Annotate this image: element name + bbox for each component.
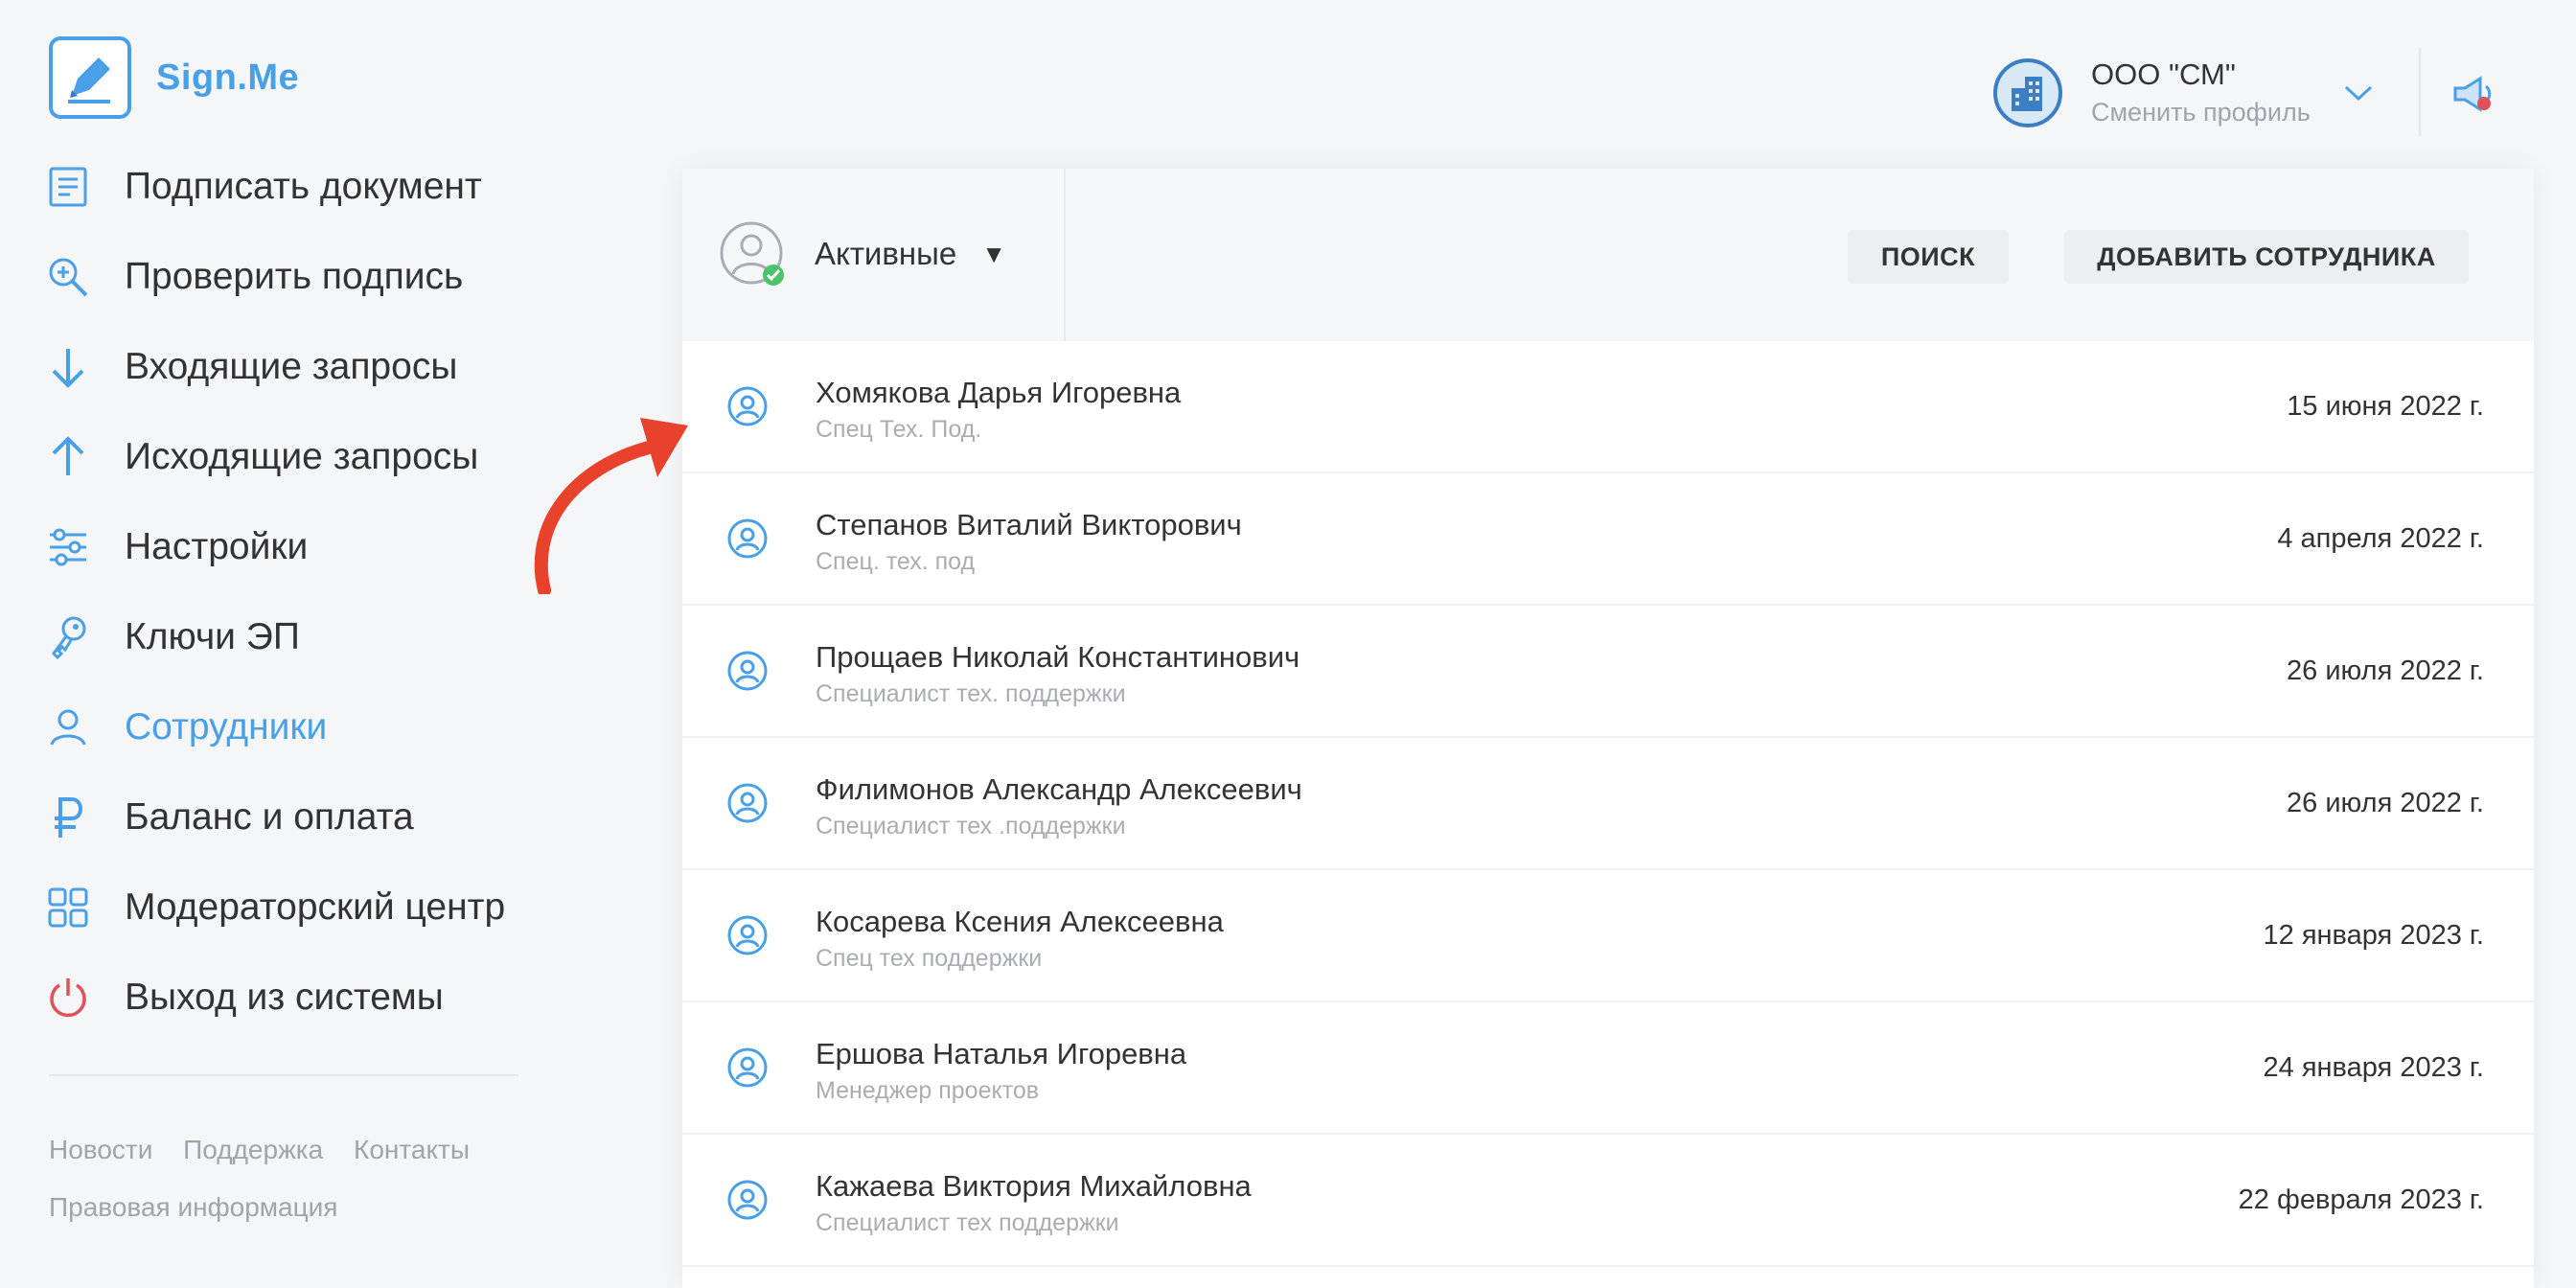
arrow-up-icon [46, 435, 90, 479]
logo-text: Sign.Me [156, 57, 300, 98]
employees-toolbar: Активные ▼ ПОИСК ДОБАВИТЬ СОТРУДНИКА [682, 169, 2534, 341]
sidebar-item-label: Баланс и оплата [125, 796, 414, 838]
sidebar-item-label: Исходящие запросы [125, 436, 479, 477]
sidebar-divider [49, 1074, 518, 1076]
user-circle-icon [726, 385, 769, 432]
footer-link-news[interactable]: Новости [49, 1135, 152, 1164]
employees-card: Активные ▼ ПОИСК ДОБАВИТЬ СОТРУДНИКА Хом… [682, 169, 2534, 1288]
table-row[interactable]: Филимонов Александр Алексеевич Специалис… [682, 738, 2534, 870]
sidebar-item-employees[interactable]: Сотрудники [46, 682, 544, 772]
footer-link-support[interactable]: Поддержка [183, 1135, 323, 1164]
user-check-icon [719, 220, 786, 288]
user-circle-icon [726, 650, 769, 697]
org-name: ООО "СМ" [2091, 58, 2236, 91]
user-icon [46, 705, 90, 749]
sidebar-item-label: Настройки [125, 526, 309, 567]
sidebar-item-label: Сотрудники [125, 706, 328, 748]
switch-profile-link[interactable]: Сменить профиль [2091, 98, 2311, 127]
document-icon [46, 165, 90, 209]
table-row[interactable]: Косарева Ксения Алексеевна Спец тех подд… [682, 870, 2534, 1002]
sidebar-item-moderator[interactable]: Модераторский центр [46, 862, 544, 953]
footer-links: Новости Поддержка Контакты Правовая инфо… [49, 1121, 547, 1236]
search-button[interactable]: ПОИСК [1848, 230, 2009, 284]
annotation-arrow-icon [518, 402, 709, 599]
table-row[interactable]: Прощаев Николай Константинович Специалис… [682, 606, 2534, 738]
chevron-down-icon[interactable] [2342, 82, 2375, 108]
employee-name: Хомякова Дарья Игоревна [816, 376, 1182, 409]
employee-date: 22 февраля 2023 г. [2238, 1184, 2484, 1215]
sidebar-item-outgoing[interactable]: Исходящие запросы [46, 412, 544, 502]
notification-icon[interactable] [2451, 73, 2497, 120]
table-row[interactable]: Хомякова Дарья Игоревна Спец Тех. Под. 1… [682, 341, 2534, 473]
user-circle-icon [726, 1046, 769, 1093]
employee-date: 26 июля 2022 г. [2287, 656, 2484, 686]
employee-date: 26 июля 2022 г. [2287, 788, 2484, 818]
sidebar-nav: Подписать документ Проверить подпись Вхо… [46, 142, 544, 1043]
employee-date: 12 января 2023 г. [2263, 920, 2484, 951]
sidebar-item-label: Входящие запросы [125, 346, 458, 387]
user-circle-icon [726, 914, 769, 961]
employee-date: 24 января 2023 г. [2263, 1052, 2484, 1083]
user-circle-icon [726, 518, 769, 564]
app-logo[interactable]: Sign.Me [49, 36, 299, 119]
employee-role: Спец Тех. Под. [816, 416, 982, 443]
employee-role: Специалист тех .поддержки [816, 813, 1126, 840]
employee-role: Спец тех поддержки [816, 945, 1043, 972]
ruble-icon [46, 795, 90, 840]
sliders-icon [46, 525, 90, 569]
employee-name: Прощаев Николай Константинович [816, 640, 1300, 674]
status-filter-dropdown[interactable]: Активные ▼ [719, 220, 1006, 288]
power-icon [46, 976, 90, 1020]
grid-icon [46, 886, 90, 930]
search-check-icon [46, 255, 90, 299]
sidebar-item-label: Подписать документ [125, 166, 482, 207]
sidebar-item-label: Выход из системы [125, 977, 444, 1018]
employee-name: Косарева Ксения Алексеевна [816, 905, 1224, 938]
toolbar-divider [1064, 169, 1066, 341]
employee-role: Спец. тех. под [816, 548, 976, 575]
profile-switcher[interactable]: ООО "СМ" Сменить профиль [1993, 58, 2311, 127]
header-divider [2419, 48, 2421, 136]
sidebar-item-sign-document[interactable]: Подписать документ [46, 142, 544, 232]
footer-link-contacts[interactable]: Контакты [354, 1135, 470, 1164]
employee-date: 15 июня 2022 г. [2287, 391, 2484, 422]
building-icon [1993, 58, 2062, 127]
table-row[interactable]: Степанов Виталий Викторович Спец. тех. п… [682, 473, 2534, 606]
table-row[interactable]: Ершова Наталья Игоревна Менеджер проекто… [682, 1002, 2534, 1135]
sidebar-item-settings[interactable]: Настройки [46, 502, 544, 592]
employees-list: Хомякова Дарья Игоревна Спец Тех. Под. 1… [682, 341, 2534, 1267]
key-icon [46, 615, 90, 659]
employee-name: Степанов Виталий Викторович [816, 508, 1242, 541]
profile-text: ООО "СМ" Сменить профиль [2091, 58, 2311, 127]
sidebar-item-incoming[interactable]: Входящие запросы [46, 322, 544, 412]
sidebar-item-label: Модераторский центр [125, 886, 506, 928]
employee-date: 4 апреля 2022 г. [2277, 523, 2484, 554]
user-circle-icon [726, 782, 769, 829]
caret-down-icon: ▼ [981, 239, 1006, 268]
table-row[interactable]: Кажаева Виктория Михайловна Специалист т… [682, 1135, 2534, 1267]
sidebar-item-verify-signature[interactable]: Проверить подпись [46, 232, 544, 322]
employee-role: Специалист тех поддержки [816, 1209, 1119, 1236]
employee-role: Специалист тех. поддержки [816, 680, 1126, 707]
employee-name: Ершова Наталья Игоревна [816, 1037, 1187, 1070]
sidebar-item-keys[interactable]: Ключи ЭП [46, 592, 544, 682]
employee-name: Кажаева Виктория Михайловна [816, 1169, 1252, 1203]
filter-label: Активные [815, 236, 957, 271]
sidebar-item-label: Ключи ЭП [125, 616, 300, 657]
sidebar-item-label: Проверить подпись [125, 256, 464, 297]
add-employee-button[interactable]: ДОБАВИТЬ СОТРУДНИКА [2064, 230, 2469, 284]
arrow-down-icon [46, 345, 90, 389]
sidebar-item-balance[interactable]: Баланс и оплата [46, 772, 544, 862]
sidebar-item-logout[interactable]: Выход из системы [46, 953, 544, 1043]
employee-name: Филимонов Александр Алексеевич [816, 772, 1302, 806]
pen-logo-icon [49, 36, 131, 119]
footer-link-legal[interactable]: Правовая информация [49, 1192, 337, 1222]
employee-role: Менеджер проектов [816, 1077, 1040, 1104]
user-circle-icon [726, 1179, 769, 1226]
